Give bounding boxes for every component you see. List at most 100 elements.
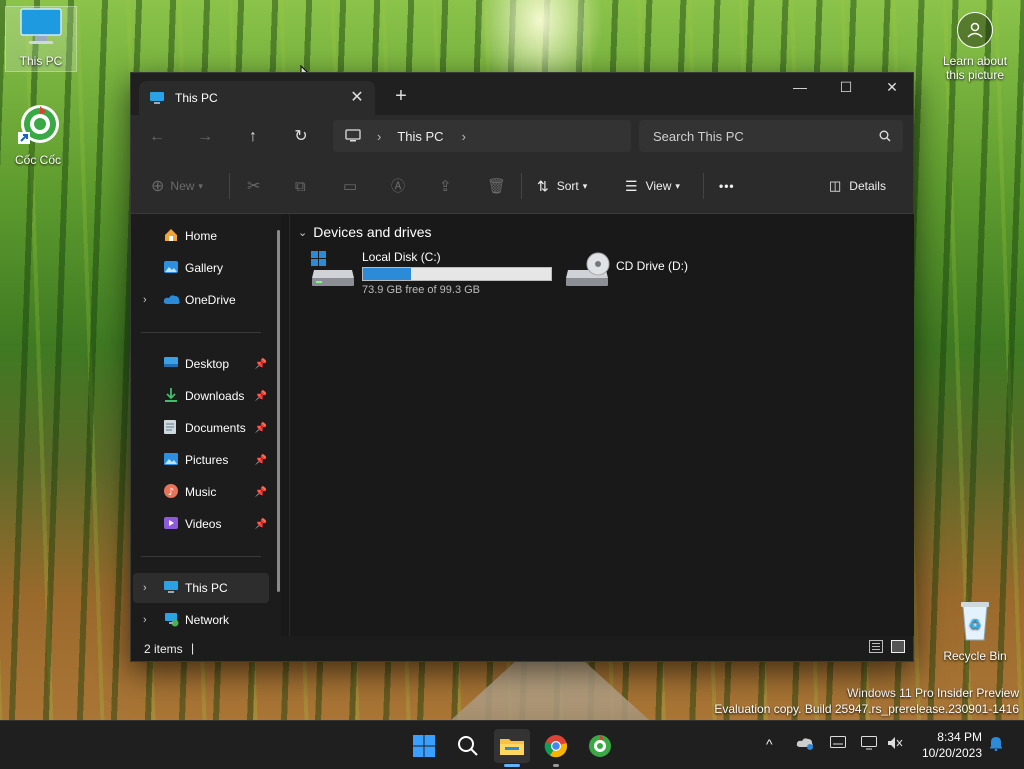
new-button[interactable]: ⊕ New ▾ bbox=[151, 171, 203, 201]
drive-info: Local Disk (C:) 73.9 GB free of 99.3 GB bbox=[362, 250, 552, 296]
sidebar-item-label: Home bbox=[185, 229, 218, 243]
sort-button[interactable]: ⇅ Sort ▾ bbox=[537, 171, 587, 201]
sidebar-item-label: OneDrive bbox=[185, 293, 236, 307]
sidebar-item-music[interactable]: ♪ Music 📌 bbox=[133, 477, 269, 507]
chevron-right-icon[interactable]: › bbox=[143, 582, 147, 594]
search-icon bbox=[458, 736, 478, 756]
rename-button[interactable]: Ⓐ bbox=[391, 171, 405, 201]
network-icon bbox=[163, 611, 179, 630]
start-button[interactable] bbox=[406, 729, 442, 763]
sort-label: Sort bbox=[556, 179, 579, 193]
content-pane: ⌄ Devices and drives Local Disk (C:) 73.… bbox=[289, 214, 914, 636]
search-input[interactable]: Search This PC bbox=[653, 129, 744, 144]
tab-close-icon[interactable]: ✕ bbox=[347, 88, 367, 108]
tray-overflow-button[interactable]: ^ bbox=[766, 736, 773, 752]
toolbar-divider bbox=[229, 173, 230, 199]
drive-free-space: 73.9 GB free of 99.3 GB bbox=[362, 284, 481, 296]
pin-icon: 📌 bbox=[254, 454, 267, 466]
delete-button[interactable]: 🗑 bbox=[487, 171, 506, 201]
drive-local-disk-c[interactable]: Local Disk (C:) 73.9 GB free of 99.3 GB bbox=[310, 250, 552, 296]
sidebar-item-downloads[interactable]: Downloads 📌 bbox=[133, 381, 269, 411]
sidebar-item-label: Gallery bbox=[185, 261, 224, 275]
search-taskbar-button[interactable] bbox=[450, 729, 486, 763]
sidebar-divider bbox=[141, 332, 261, 333]
sidebar-item-onedrive[interactable]: › OneDrive bbox=[133, 285, 269, 315]
sidebar-item-label: Videos bbox=[185, 517, 222, 531]
sort-icon: ⇅ bbox=[537, 177, 549, 194]
plus-circle-icon: ⊕ bbox=[151, 178, 165, 195]
sidebar-item-desktop[interactable]: Desktop 📌 bbox=[133, 349, 269, 379]
sidebar-item-this-pc[interactable]: › This PC bbox=[133, 573, 269, 603]
search-icon[interactable] bbox=[879, 130, 891, 142]
sidebar-item-documents[interactable]: Documents 📌 bbox=[133, 413, 269, 443]
copy-button[interactable]: ⧉ bbox=[295, 171, 306, 201]
sidebar-item-home[interactable]: Home bbox=[133, 221, 269, 251]
navigation-pane: Home Gallery › OneDrive Desktop 📌 Downlo… bbox=[131, 214, 281, 636]
sidebar-item-videos[interactable]: Videos 📌 bbox=[133, 509, 269, 539]
group-header-devices[interactable]: ⌄ Devices and drives bbox=[298, 224, 432, 240]
learn-about-picture[interactable]: Learn about this picture bbox=[936, 12, 1014, 82]
refresh-button[interactable]: ↻ bbox=[287, 123, 315, 151]
sidebar-item-label: Downloads bbox=[185, 389, 245, 403]
new-tab-button[interactable]: + bbox=[389, 84, 413, 108]
back-button[interactable]: ← bbox=[143, 123, 171, 151]
chevron-right-icon: › bbox=[377, 128, 382, 144]
details-view-icon[interactable] bbox=[869, 640, 883, 653]
group-title: Devices and drives bbox=[313, 224, 432, 240]
sidebar-item-network[interactable]: › Network bbox=[133, 605, 269, 635]
breadcrumb-this-pc[interactable]: This PC bbox=[397, 129, 443, 144]
maximize-button[interactable]: ☐ bbox=[823, 73, 869, 103]
camera-icon bbox=[957, 12, 993, 48]
clock-time: 8:34 PM bbox=[937, 730, 982, 744]
share-icon: ⇪ bbox=[439, 178, 452, 195]
chrome-taskbar-button[interactable] bbox=[538, 729, 574, 767]
view-button[interactable]: ☰ View ▾ bbox=[625, 171, 680, 201]
new-label: New bbox=[170, 179, 195, 193]
file-explorer-taskbar-button[interactable] bbox=[494, 729, 530, 767]
chevron-right-icon[interactable]: › bbox=[143, 614, 147, 626]
search-box[interactable]: Search This PC bbox=[639, 120, 903, 152]
clock[interactable]: 8:34 PM 10/20/2023 bbox=[922, 729, 982, 761]
desktop-icon-coc-coc[interactable]: Cốc Cốc bbox=[3, 102, 73, 167]
sidebar-item-pictures[interactable]: Pictures 📌 bbox=[133, 445, 269, 475]
large-icons-view-icon[interactable] bbox=[891, 640, 905, 653]
details-button[interactable]: ◫ Details bbox=[829, 171, 886, 201]
onedrive-tray-icon[interactable] bbox=[796, 736, 814, 753]
up-button[interactable]: ↑ bbox=[239, 123, 267, 151]
navigation-bar: ← → ↑ ↻ › This PC › Search This PC bbox=[131, 115, 913, 159]
desktop-icon-recycle-bin[interactable]: ♻ Recycle Bin bbox=[940, 598, 1010, 663]
paste-button[interactable]: ▭ bbox=[343, 171, 357, 201]
monitor-icon bbox=[150, 92, 164, 104]
navigation-scrollbar[interactable] bbox=[277, 230, 280, 592]
close-button[interactable]: ✕ bbox=[869, 73, 915, 103]
address-bar[interactable]: › This PC › bbox=[333, 120, 631, 152]
forward-button[interactable]: → bbox=[191, 123, 219, 151]
drive-cd-d[interactable]: CD Drive (D:) bbox=[564, 250, 688, 288]
sidebar-item-gallery[interactable]: Gallery bbox=[133, 253, 269, 283]
volume-muted-icon[interactable] bbox=[887, 736, 903, 753]
cloud-icon bbox=[163, 293, 181, 308]
more-options-button[interactable]: ••• bbox=[719, 171, 735, 201]
display-icon[interactable] bbox=[861, 736, 877, 753]
os-watermark: Windows 11 Pro Insider Preview Evaluatio… bbox=[714, 685, 1019, 717]
notification-bell-icon[interactable] bbox=[988, 735, 1004, 754]
minimize-button[interactable]: — bbox=[777, 73, 823, 103]
cd-drive-icon bbox=[566, 252, 610, 286]
tab-this-pc[interactable]: This PC ✕ bbox=[139, 81, 375, 115]
hard-drive-windows-icon bbox=[311, 251, 354, 286]
coc-coc-taskbar-button[interactable] bbox=[582, 729, 618, 763]
status-bar: 2 items | bbox=[131, 636, 913, 661]
windows-logo-icon bbox=[413, 735, 435, 757]
chevron-down-icon: ⌄ bbox=[298, 226, 308, 239]
sidebar-item-label: This PC bbox=[185, 581, 228, 595]
keyboard-icon[interactable] bbox=[830, 736, 846, 751]
chevron-right-icon[interactable]: › bbox=[462, 129, 466, 144]
toolbar-divider bbox=[703, 173, 704, 199]
chevron-right-icon[interactable]: › bbox=[143, 294, 147, 306]
monitor-icon bbox=[20, 8, 62, 44]
share-button[interactable]: ⇪ bbox=[439, 171, 452, 201]
desktop-icon-this-pc[interactable]: This PC bbox=[5, 6, 77, 72]
pin-icon: 📌 bbox=[254, 358, 267, 370]
drive-name: Local Disk (C:) bbox=[362, 250, 441, 264]
cut-button[interactable]: ✂ bbox=[247, 171, 260, 201]
